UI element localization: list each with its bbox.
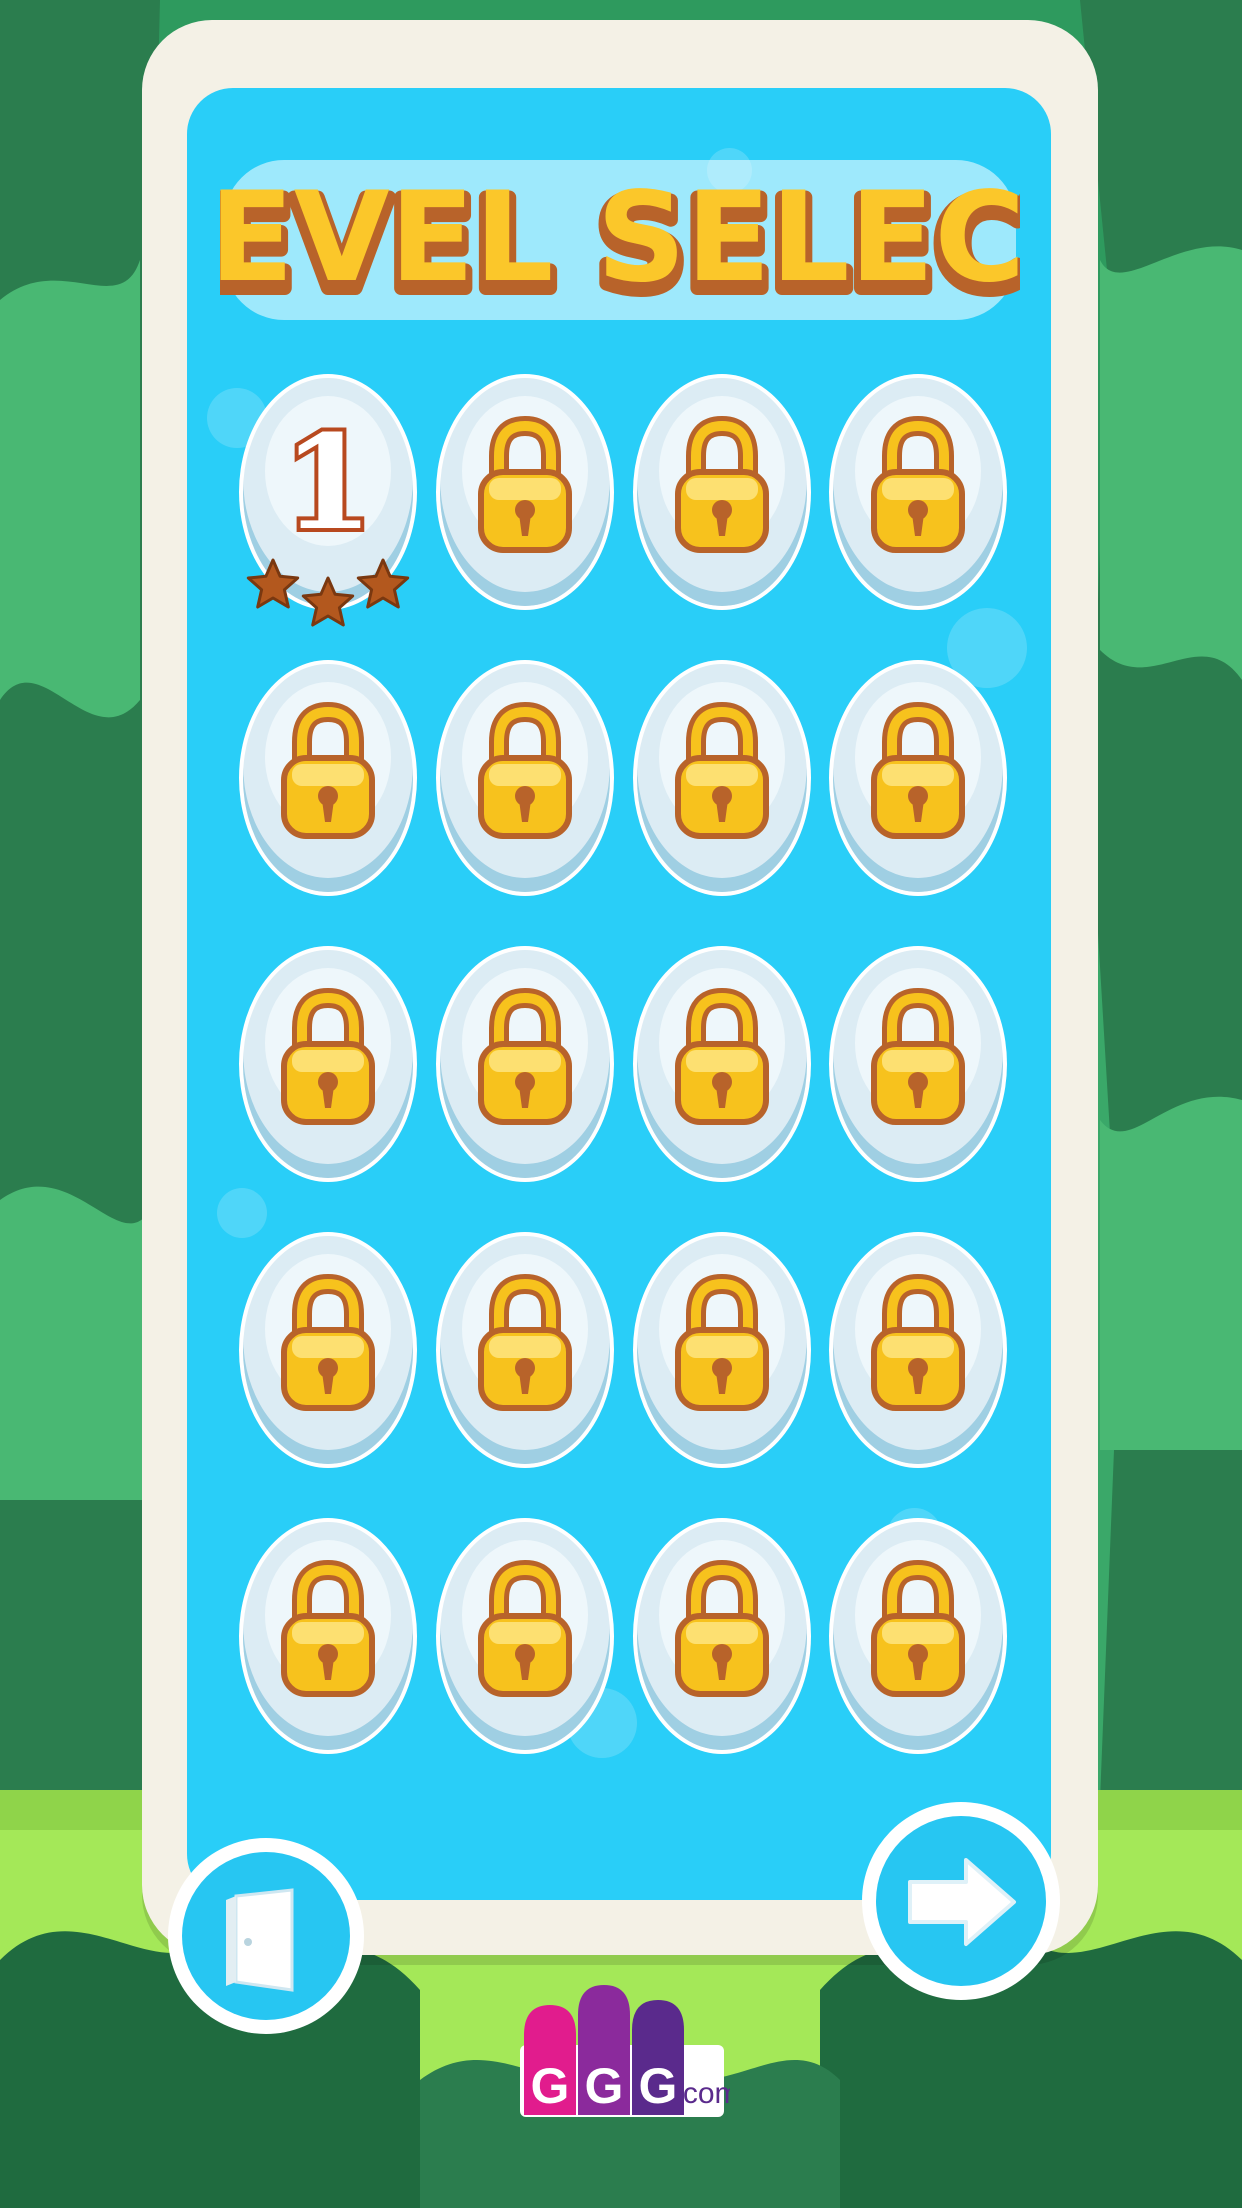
level-button-locked[interactable] (637, 1236, 807, 1466)
lock-icon (675, 702, 769, 839)
page-title: LEVEL SELECT LEVEL SELECT (220, 160, 1020, 325)
level-button-locked[interactable] (637, 1522, 807, 1752)
level-button[interactable]: 1 (243, 378, 413, 627)
lock-icon (478, 988, 572, 1125)
ggg-logo[interactable]: G G G .com (520, 1975, 730, 2125)
lock-icon (675, 416, 769, 553)
level-button-locked[interactable] (833, 1522, 1003, 1752)
next-button-face (876, 1816, 1046, 1986)
lock-icon (871, 1274, 965, 1411)
arrow-right-icon (908, 1858, 1016, 1946)
lock-icon (281, 988, 375, 1125)
logo-letter: G (531, 2058, 570, 2114)
level-button-locked[interactable] (243, 664, 413, 894)
level-button-locked[interactable] (833, 1236, 1003, 1466)
lock-icon (281, 1560, 375, 1697)
star-empty-icon (246, 558, 300, 609)
lock-icon (871, 416, 965, 553)
lock-icon (871, 1560, 965, 1697)
level-button-locked[interactable] (637, 950, 807, 1180)
level-button-locked[interactable] (833, 950, 1003, 1180)
level-button-locked[interactable] (243, 1522, 413, 1752)
level-button-locked[interactable] (440, 950, 610, 1180)
level-number: 1 (279, 404, 377, 562)
level-stars (246, 558, 410, 627)
logo-suffix: .com (674, 2077, 730, 2110)
lock-icon (675, 1274, 769, 1411)
lock-icon (675, 1560, 769, 1697)
level-button-locked[interactable] (243, 1236, 413, 1466)
lock-icon (871, 702, 965, 839)
logo-letter: G (639, 2058, 678, 2114)
lock-icon (281, 1274, 375, 1411)
lock-icon (871, 988, 965, 1125)
star-empty-icon (356, 558, 410, 609)
level-button-locked[interactable] (440, 378, 610, 608)
level-button-locked[interactable] (637, 378, 807, 608)
door-icon (226, 1888, 294, 1992)
star-empty-icon (301, 576, 355, 627)
bubble-decoration (217, 1188, 267, 1238)
level-button-locked[interactable] (440, 1236, 610, 1466)
lock-icon (478, 416, 572, 553)
next-page-button[interactable] (862, 1802, 1060, 2000)
exit-button-face (182, 1852, 350, 2020)
exit-button[interactable] (168, 1838, 364, 2034)
lock-icon (478, 1560, 572, 1697)
level-button-locked[interactable] (243, 950, 413, 1180)
level-button-locked[interactable] (833, 664, 1003, 894)
level-button-locked[interactable] (440, 1522, 610, 1752)
lock-icon (281, 702, 375, 839)
lock-icon (478, 702, 572, 839)
level-button-locked[interactable] (637, 664, 807, 894)
logo-letter: G (585, 2058, 624, 2114)
level-button-locked[interactable] (833, 378, 1003, 608)
title-text: LEVEL SELECT (220, 166, 1020, 310)
lock-icon (675, 988, 769, 1125)
level-button-locked[interactable] (440, 664, 610, 894)
lock-icon (478, 1274, 572, 1411)
